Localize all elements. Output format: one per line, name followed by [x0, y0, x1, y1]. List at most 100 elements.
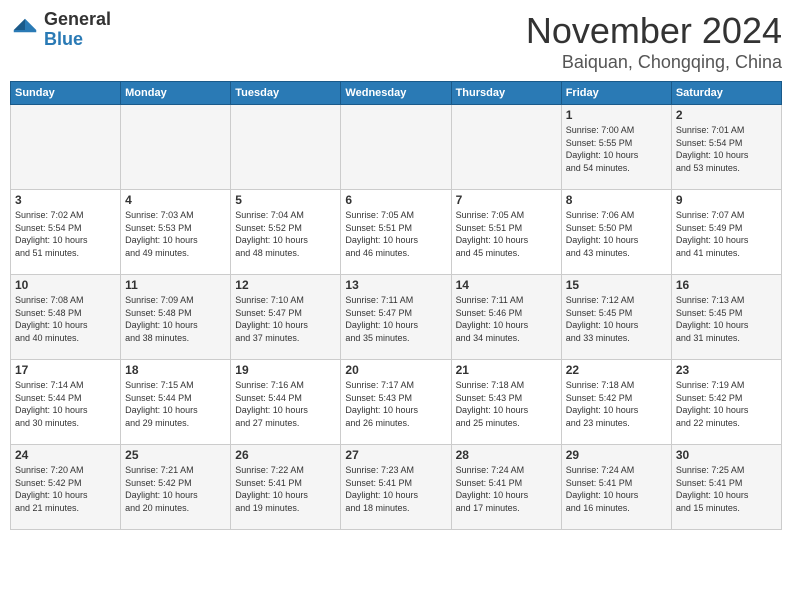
day-cell: 12 Sunrise: 7:10 AM Sunset: 5:47 PM Dayli…: [231, 275, 341, 360]
day-number: 22: [566, 363, 667, 377]
day-number: 25: [125, 448, 226, 462]
day-number: 13: [345, 278, 446, 292]
day-info: Sunrise: 7:16 AM Sunset: 5:44 PM Dayligh…: [235, 379, 336, 429]
day-info: Sunrise: 7:02 AM Sunset: 5:54 PM Dayligh…: [15, 209, 116, 259]
logo: General Blue: [10, 10, 111, 50]
day-cell: 26 Sunrise: 7:22 AM Sunset: 5:41 PM Dayli…: [231, 445, 341, 530]
day-info: Sunrise: 7:06 AM Sunset: 5:50 PM Dayligh…: [566, 209, 667, 259]
day-number: 15: [566, 278, 667, 292]
day-info: Sunrise: 7:05 AM Sunset: 5:51 PM Dayligh…: [345, 209, 446, 259]
day-number: 30: [676, 448, 777, 462]
day-info: Sunrise: 7:18 AM Sunset: 5:43 PM Dayligh…: [456, 379, 557, 429]
day-cell: 30 Sunrise: 7:25 AM Sunset: 5:41 PM Dayli…: [671, 445, 781, 530]
day-number: 23: [676, 363, 777, 377]
title-area: November 2024 Baiquan, Chongqing, China: [526, 10, 782, 73]
day-info: Sunrise: 7:23 AM Sunset: 5:41 PM Dayligh…: [345, 464, 446, 514]
day-info: Sunrise: 7:10 AM Sunset: 5:47 PM Dayligh…: [235, 294, 336, 344]
day-info: Sunrise: 7:00 AM Sunset: 5:55 PM Dayligh…: [566, 124, 667, 174]
weekday-header-wednesday: Wednesday: [341, 82, 451, 105]
day-info: Sunrise: 7:15 AM Sunset: 5:44 PM Dayligh…: [125, 379, 226, 429]
day-cell: 2Sunrise: 7:01 AM Sunset: 5:54 PM Daylig…: [671, 105, 781, 190]
day-number: 18: [125, 363, 226, 377]
day-cell: 16Sunrise: 7:13 AM Sunset: 5:45 PM Dayli…: [671, 275, 781, 360]
day-cell: 24Sunrise: 7:20 AM Sunset: 5:42 PM Dayli…: [11, 445, 121, 530]
day-cell: [121, 105, 231, 190]
day-cell: 22 Sunrise: 7:18 AM Sunset: 5:42 PM Dayli…: [561, 360, 671, 445]
day-cell: 17Sunrise: 7:14 AM Sunset: 5:44 PM Dayli…: [11, 360, 121, 445]
day-cell: 20 Sunrise: 7:17 AM Sunset: 5:43 PM Dayli…: [341, 360, 451, 445]
day-cell: 21 Sunrise: 7:18 AM Sunset: 5:43 PM Dayli…: [451, 360, 561, 445]
day-cell: 7 Sunrise: 7:05 AM Sunset: 5:51 PM Daylig…: [451, 190, 561, 275]
day-info: Sunrise: 7:17 AM Sunset: 5:43 PM Dayligh…: [345, 379, 446, 429]
logo-text: General Blue: [44, 10, 111, 50]
day-number: 20: [345, 363, 446, 377]
logo-icon: [10, 15, 40, 45]
day-number: 12: [235, 278, 336, 292]
day-cell: 14 Sunrise: 7:11 AM Sunset: 5:46 PM Dayli…: [451, 275, 561, 360]
weekday-header-tuesday: Tuesday: [231, 82, 341, 105]
day-number: 17: [15, 363, 116, 377]
day-cell: 4 Sunrise: 7:03 AM Sunset: 5:53 PM Daylig…: [121, 190, 231, 275]
day-cell: [11, 105, 121, 190]
day-number: 26: [235, 448, 336, 462]
day-number: 9: [676, 193, 777, 207]
day-info: Sunrise: 7:25 AM Sunset: 5:41 PM Dayligh…: [676, 464, 777, 514]
day-info: Sunrise: 7:05 AM Sunset: 5:51 PM Dayligh…: [456, 209, 557, 259]
day-number: 29: [566, 448, 667, 462]
day-info: Sunrise: 7:11 AM Sunset: 5:47 PM Dayligh…: [345, 294, 446, 344]
week-row-2: 3 Sunrise: 7:02 AM Sunset: 5:54 PM Daylig…: [11, 190, 782, 275]
day-cell: [451, 105, 561, 190]
day-number: 21: [456, 363, 557, 377]
week-row-4: 17Sunrise: 7:14 AM Sunset: 5:44 PM Dayli…: [11, 360, 782, 445]
day-number: 8: [566, 193, 667, 207]
day-number: 3: [15, 193, 116, 207]
day-info: Sunrise: 7:09 AM Sunset: 5:48 PM Dayligh…: [125, 294, 226, 344]
day-number: 7: [456, 193, 557, 207]
day-number: 4: [125, 193, 226, 207]
weekday-header-thursday: Thursday: [451, 82, 561, 105]
logo-blue-text: Blue: [44, 30, 111, 50]
day-info: Sunrise: 7:11 AM Sunset: 5:46 PM Dayligh…: [456, 294, 557, 344]
day-number: 14: [456, 278, 557, 292]
day-cell: 13 Sunrise: 7:11 AM Sunset: 5:47 PM Dayli…: [341, 275, 451, 360]
day-number: 27: [345, 448, 446, 462]
day-cell: [341, 105, 451, 190]
day-info: Sunrise: 7:04 AM Sunset: 5:52 PM Dayligh…: [235, 209, 336, 259]
day-cell: [231, 105, 341, 190]
week-row-3: 10Sunrise: 7:08 AM Sunset: 5:48 PM Dayli…: [11, 275, 782, 360]
day-cell: 11Sunrise: 7:09 AM Sunset: 5:48 PM Dayli…: [121, 275, 231, 360]
day-cell: 9 Sunrise: 7:07 AM Sunset: 5:49 PM Daylig…: [671, 190, 781, 275]
day-number: 16: [676, 278, 777, 292]
day-number: 6: [345, 193, 446, 207]
day-cell: 10Sunrise: 7:08 AM Sunset: 5:48 PM Dayli…: [11, 275, 121, 360]
week-row-5: 24Sunrise: 7:20 AM Sunset: 5:42 PM Dayli…: [11, 445, 782, 530]
day-cell: 5Sunrise: 7:04 AM Sunset: 5:52 PM Daylig…: [231, 190, 341, 275]
day-cell: 23 Sunrise: 7:19 AM Sunset: 5:42 PM Dayli…: [671, 360, 781, 445]
day-number: 24: [15, 448, 116, 462]
day-cell: 15 Sunrise: 7:12 AM Sunset: 5:45 PM Dayli…: [561, 275, 671, 360]
day-info: Sunrise: 7:22 AM Sunset: 5:41 PM Dayligh…: [235, 464, 336, 514]
weekday-header-friday: Friday: [561, 82, 671, 105]
day-info: Sunrise: 7:12 AM Sunset: 5:45 PM Dayligh…: [566, 294, 667, 344]
day-cell: 6 Sunrise: 7:05 AM Sunset: 5:51 PM Daylig…: [341, 190, 451, 275]
day-info: Sunrise: 7:07 AM Sunset: 5:49 PM Dayligh…: [676, 209, 777, 259]
weekday-header-saturday: Saturday: [671, 82, 781, 105]
day-info: Sunrise: 7:03 AM Sunset: 5:53 PM Dayligh…: [125, 209, 226, 259]
location-title: Baiquan, Chongqing, China: [526, 52, 782, 73]
day-info: Sunrise: 7:24 AM Sunset: 5:41 PM Dayligh…: [566, 464, 667, 514]
day-info: Sunrise: 7:19 AM Sunset: 5:42 PM Dayligh…: [676, 379, 777, 429]
weekday-header-row: SundayMondayTuesdayWednesdayThursdayFrid…: [11, 82, 782, 105]
day-number: 1: [566, 108, 667, 122]
day-info: Sunrise: 7:18 AM Sunset: 5:42 PM Dayligh…: [566, 379, 667, 429]
weekday-header-sunday: Sunday: [11, 82, 121, 105]
calendar-table: SundayMondayTuesdayWednesdayThursdayFrid…: [10, 81, 782, 530]
logo-general-text: General: [44, 10, 111, 30]
day-cell: 1 Sunrise: 7:00 AM Sunset: 5:55 PM Daylig…: [561, 105, 671, 190]
weekday-header-monday: Monday: [121, 82, 231, 105]
day-info: Sunrise: 7:21 AM Sunset: 5:42 PM Dayligh…: [125, 464, 226, 514]
day-info: Sunrise: 7:24 AM Sunset: 5:41 PM Dayligh…: [456, 464, 557, 514]
day-number: 19: [235, 363, 336, 377]
day-cell: 18 Sunrise: 7:15 AM Sunset: 5:44 PM Dayli…: [121, 360, 231, 445]
day-number: 28: [456, 448, 557, 462]
day-number: 10: [15, 278, 116, 292]
